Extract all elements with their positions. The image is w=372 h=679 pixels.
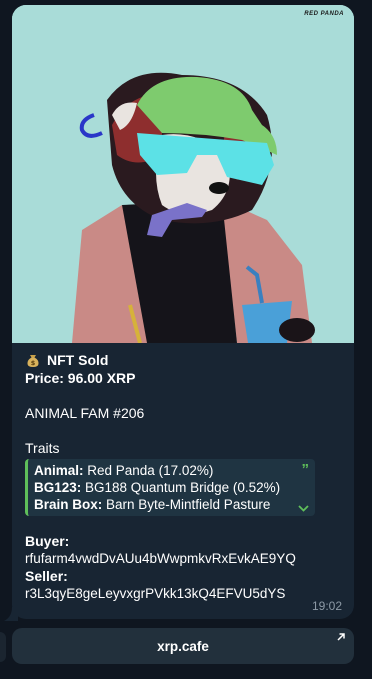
trait-key: Brain Box: <box>34 497 103 512</box>
nft-name: ANIMAL FAM #206 <box>25 405 145 421</box>
external-link-arrow-icon <box>337 633 345 641</box>
trait-row: Brain Box: Barn Byte-Mintfield Pasture <box>34 496 315 513</box>
trait-row: BG123: BG188 Quantum Bridge (0.52%) <box>34 479 315 496</box>
money-bag-icon: $ <box>27 355 39 367</box>
trait-row: Animal: Red Panda (17.02%) <box>34 462 315 479</box>
seller-address: r3L3qyE8geLeyvxgrPVkk13kQ4EFVU5dYS <box>25 586 286 601</box>
bubble-tail <box>4 607 18 621</box>
watermark: RED PANDA <box>304 11 344 17</box>
traits-quote-block[interactable]: Animal: Red Panda (17.02%) BG123: BG188 … <box>25 459 315 516</box>
chevron-down-icon[interactable] <box>298 505 309 512</box>
price-text: Price: 96.00 XRP <box>25 370 136 386</box>
nft-image[interactable]: RED PANDA <box>12 5 354 343</box>
quote-icon: ” <box>301 461 310 478</box>
xrp-cafe-button[interactable]: xrp.cafe <box>12 628 354 664</box>
chat-edge-indicator <box>0 632 6 662</box>
message-title: NFT Sold <box>47 352 109 368</box>
seller-label: Seller: <box>25 568 68 584</box>
trait-key: BG123: <box>34 480 82 495</box>
message-bubble: RED PANDA $ NFT Sold Price: 96.00 XRP AN… <box>12 5 354 619</box>
message-title-row: $ NFT Sold <box>25 351 343 369</box>
nft-artwork <box>12 5 354 343</box>
trait-value: Red Panda (17.02%) <box>83 463 214 478</box>
svg-text:$: $ <box>31 359 36 367</box>
message-time: 19:02 <box>311 599 342 613</box>
trait-value: Barn Byte-Mintfield Pasture <box>102 497 271 512</box>
xrp-cafe-button-label: xrp.cafe <box>157 638 209 654</box>
traits-heading: Traits <box>25 440 60 456</box>
trait-value: BG188 Quantum Bridge (0.52%) <box>81 480 281 495</box>
trait-key: Animal: <box>34 463 84 478</box>
buyer-address: rfufarm4vwdDvAUu4bWwpmkvRxEvkAE9YQ <box>25 551 296 566</box>
message-content: $ NFT Sold Price: 96.00 XRP ANIMAL FAM #… <box>25 351 343 602</box>
buyer-label: Buyer: <box>25 533 70 549</box>
